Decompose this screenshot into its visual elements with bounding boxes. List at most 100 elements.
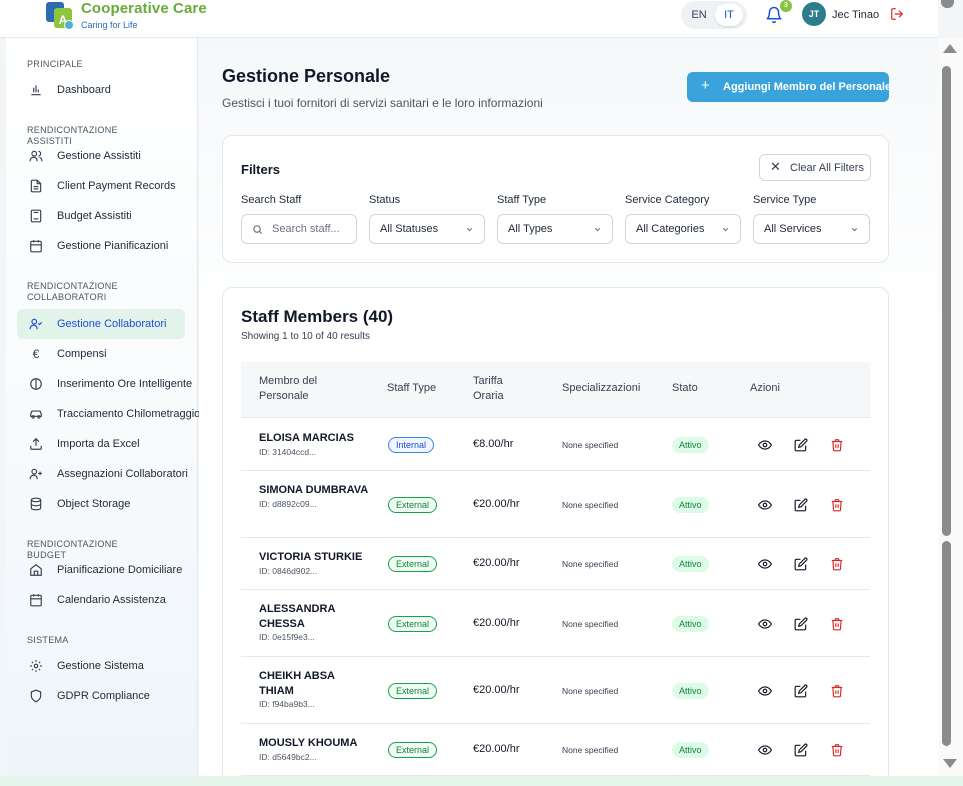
add-staff-button[interactable]: + Aggiungi Membro del Personale <box>687 72 891 102</box>
sidebar-item-dashboard[interactable]: Dashboard <box>17 75 185 105</box>
sidebar-item-gestione-pianificazioni[interactable]: Gestione Pianificazioni <box>17 231 185 261</box>
euro-icon: € <box>32 347 40 361</box>
hourly-rate: €20.00/hr <box>473 557 520 569</box>
edit-icon[interactable] <box>794 557 808 571</box>
eye-icon[interactable] <box>758 743 772 757</box>
trash-icon[interactable] <box>830 498 844 512</box>
lang-en-button[interactable]: EN <box>685 4 713 26</box>
hourly-rate: €8.00/hr <box>473 438 514 450</box>
scrollbar-thumb[interactable] <box>942 66 951 536</box>
edit-icon[interactable] <box>794 438 808 452</box>
service-category-value: All Categories <box>636 223 705 235</box>
status-badge: Attivo <box>672 683 709 699</box>
username: Jec Tinao <box>832 9 880 21</box>
table-row[interactable]: ELOISA MARCIAS ID: 31404ccd... Internal €8.… <box>241 419 870 471</box>
brand-title: Cooperative Care <box>81 0 207 17</box>
hourly-rate: €20.00/hr <box>473 498 520 510</box>
clear-filters-button[interactable]: ✕ Clear All Filters <box>759 154 871 181</box>
main-content: Gestione Personale Gestisci i tuoi forni… <box>199 38 938 776</box>
status-select[interactable]: All Statuses <box>369 214 485 244</box>
table-row[interactable]: VICTORIA STURKIE ID: 0846d902... External €… <box>241 538 870 590</box>
scrollbar-thumb[interactable] <box>941 0 954 8</box>
column-header: Tariffa Oraria <box>473 375 504 402</box>
sidebar-section-title: RENDICONTAZIONE COLLABORATORI <box>27 281 118 302</box>
logout-icon[interactable] <box>890 7 904 21</box>
user-plus-icon <box>29 468 42 480</box>
sidebar-item-importa-excel[interactable]: Importa da Excel <box>17 429 185 459</box>
sidebar-item-label: Gestione Sistema <box>57 660 144 672</box>
scroll-up-arrow[interactable] <box>943 44 957 53</box>
specializations: None specified <box>562 619 619 629</box>
trash-icon[interactable] <box>830 438 844 452</box>
sidebar-section-title: SISTEMA <box>27 635 69 645</box>
chevron-down-icon <box>722 227 729 232</box>
table-row[interactable]: ALESSANDRA CHESSA ID: 0e15f9e3... External… <box>241 590 870 657</box>
eye-icon[interactable] <box>758 438 772 452</box>
trash-icon[interactable] <box>830 557 844 571</box>
car-icon <box>30 410 42 419</box>
sidebar-item-pianificazione-domiciliare[interactable]: Pianificazione Domiciliare <box>17 555 185 585</box>
table-header: Membro del Personale Staff Type Tariffa … <box>241 362 870 418</box>
sidebar-item-assegnazioni[interactable]: Assegnazioni Collaboratori <box>17 459 188 489</box>
plus-icon: + <box>701 77 710 94</box>
edit-icon[interactable] <box>794 743 808 757</box>
sidebar-item-gestione-assistiti[interactable]: Gestione Assistiti <box>17 141 185 171</box>
scroll-down-arrow[interactable] <box>943 759 957 768</box>
eye-icon[interactable] <box>758 498 772 512</box>
lang-it-button[interactable]: IT <box>715 4 743 26</box>
trash-icon[interactable] <box>830 617 844 631</box>
sidebar-item-client-payment-records[interactable]: Client Payment Records <box>17 171 185 201</box>
status-badge: Attivo <box>672 497 709 513</box>
staff-id: ID: f94ba9b3... <box>259 699 315 709</box>
eye-icon[interactable] <box>758 617 772 631</box>
specializations: None specified <box>562 440 619 450</box>
specializations: None specified <box>562 500 619 510</box>
scrollbar-thumb[interactable] <box>942 541 951 746</box>
trash-icon[interactable] <box>830 743 844 757</box>
eye-icon[interactable] <box>758 557 772 571</box>
chevron-down-icon <box>594 227 601 232</box>
search-placeholder: Search staff... <box>272 223 340 235</box>
sidebar-item-compensi[interactable]: € Compensi <box>17 339 185 369</box>
sidebar-item-label: Budget Assistiti <box>57 210 132 222</box>
table-row[interactable]: MOUSLY KHOUMA ID: d5649bc2... External €20.… <box>241 724 870 776</box>
table-row[interactable]: CHEIKH ABSA THIAM ID: f94ba9b3... External… <box>241 657 870 724</box>
sidebar-item-inserimento-ore[interactable]: Inserimento Ore Intelligente <box>17 369 192 399</box>
service-category-select[interactable]: All Categories <box>625 214 741 244</box>
status-badge: Attivo <box>672 437 709 453</box>
sidebar-item-gdpr-compliance[interactable]: GDPR Compliance <box>17 681 185 711</box>
service-type-select[interactable]: All Services <box>753 214 870 244</box>
sidebar-item-object-storage[interactable]: Object Storage <box>17 489 185 519</box>
sidebar-item-label: Compensi <box>57 348 107 360</box>
trash-icon[interactable] <box>830 684 844 698</box>
column-header: Membro del Personale <box>259 375 318 402</box>
staff-name: MOUSLY KHOUMA <box>259 737 358 749</box>
search-input[interactable]: Search staff... <box>241 214 357 244</box>
eye-icon[interactable] <box>758 684 772 698</box>
staff-name: VICTORIA STURKIE <box>259 551 363 563</box>
sidebar-item-tracciamento-chilometraggio[interactable]: Tracciamento Chilometraggio <box>17 399 200 429</box>
calendar-icon <box>30 240 42 253</box>
table-row[interactable]: SIMONA DUMBRAVA ID: d8892c09... External €2… <box>241 471 870 538</box>
edit-icon[interactable] <box>794 498 808 512</box>
results-count: Showing 1 to 10 of 40 results <box>241 331 370 342</box>
clock-icon <box>30 378 42 390</box>
sidebar-item-calendario-assistenza[interactable]: Calendario Assistenza <box>17 585 185 615</box>
avatar[interactable]: JT <box>802 2 826 26</box>
sidebar-item-gestione-sistema[interactable]: Gestione Sistema <box>17 651 185 681</box>
calendar-icon <box>30 594 42 607</box>
edit-icon[interactable] <box>794 617 808 631</box>
sidebar-item-budget-assistiti[interactable]: Budget Assistiti <box>17 201 185 231</box>
upload-icon <box>30 437 42 450</box>
edit-icon[interactable] <box>794 684 808 698</box>
sidebar-item-gestione-collaboratori[interactable]: Gestione Collaboratori <box>17 309 185 339</box>
close-icon: ✕ <box>770 159 781 174</box>
bottom-edge <box>0 776 963 786</box>
sidebar-item-label: GDPR Compliance <box>57 690 150 702</box>
user-check-icon <box>29 318 43 330</box>
sidebar-item-label: Gestione Collaboratori <box>57 318 167 330</box>
staff-members-card: Staff Members (40) Showing 1 to 10 of 40… <box>222 287 889 776</box>
gear-icon <box>30 660 42 672</box>
staff-type-badge: External <box>388 497 438 513</box>
staff-type-select[interactable]: All Types <box>497 214 613 244</box>
